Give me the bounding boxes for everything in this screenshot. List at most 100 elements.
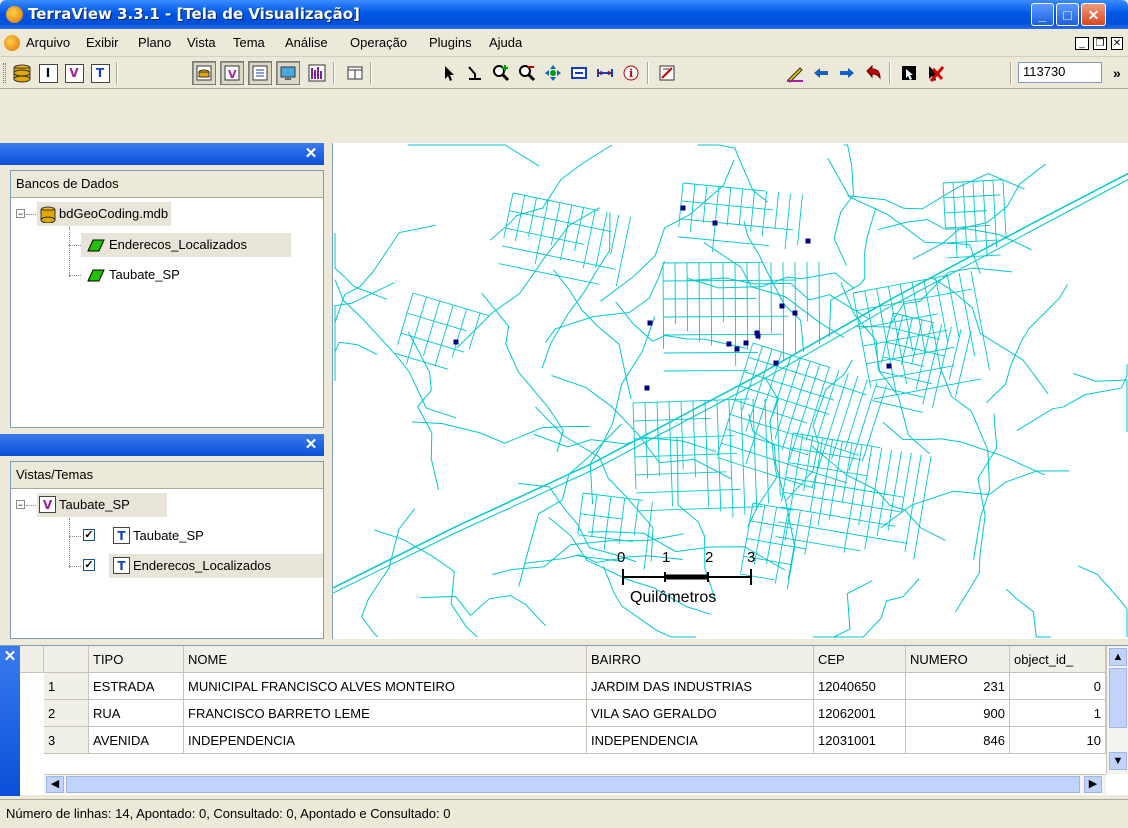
table-cell[interactable]: INDEPENDENCIA xyxy=(184,727,587,754)
databases-panel-header: ✕ xyxy=(0,143,324,165)
database-icon[interactable] xyxy=(10,61,34,85)
theme-node-taubate[interactable]: T Taubate_SP xyxy=(109,524,249,548)
close-button[interactable]: ✕ xyxy=(1081,3,1106,26)
zoom-out-icon[interactable] xyxy=(515,61,539,85)
vertical-scrollbar[interactable]: ▲ ▼ xyxy=(1106,646,1128,774)
zoom-in-icon[interactable] xyxy=(489,61,513,85)
vertical-scroll-thumb[interactable] xyxy=(1109,668,1127,728)
menu-vista[interactable]: Vista xyxy=(187,35,216,50)
collapse-view-toggle[interactable]: − xyxy=(16,500,25,509)
clear-selection-icon[interactable] xyxy=(655,61,679,85)
db-tree-node[interactable]: bdGeoCoding.mdb xyxy=(37,202,171,226)
table-cell[interactable]: 900 xyxy=(906,700,1010,727)
horizontal-scroll-thumb[interactable] xyxy=(66,776,1080,793)
layer-node-taubate[interactable]: Taubate_SP xyxy=(81,263,291,287)
view-icon[interactable]: V xyxy=(62,61,86,85)
close-views-panel-button[interactable]: ✕ xyxy=(302,434,320,456)
views-panel-toggle-icon[interactable]: V xyxy=(220,61,244,85)
menu-arquivo[interactable]: Arquivo xyxy=(26,35,70,50)
mdi-restore-button[interactable]: ❐ xyxy=(1093,37,1107,50)
menu-operacao[interactable]: Operação xyxy=(350,35,407,50)
menu-exibir[interactable]: Exibir xyxy=(86,35,119,50)
view-icon: V xyxy=(39,496,56,513)
table-cell[interactable]: 231 xyxy=(906,673,1010,700)
attribute-table: ✕ TIPO NOME BAIRRO CEP NUMERO object_id_… xyxy=(0,645,1128,795)
table-icon[interactable] xyxy=(343,61,367,85)
table-cell[interactable]: RUA xyxy=(89,700,184,727)
table-cell[interactable]: 12062001 xyxy=(814,700,906,727)
menu-analise[interactable]: Análise xyxy=(285,35,328,50)
menu-tema[interactable]: Tema xyxy=(233,35,265,50)
menu-ajuda[interactable]: Ajuda xyxy=(489,35,522,50)
row-number[interactable]: 3 xyxy=(44,727,89,754)
back-arrow-icon[interactable] xyxy=(809,61,833,85)
table-cell[interactable]: INDEPENDENCIA xyxy=(587,727,814,754)
scale-input[interactable]: 113730 xyxy=(1018,62,1102,83)
mdi-minimize-button[interactable]: _ xyxy=(1075,37,1089,50)
database-icon xyxy=(39,206,57,223)
column-header-tipo[interactable]: TIPO xyxy=(89,646,184,673)
close-databases-panel-button[interactable]: ✕ xyxy=(302,143,320,165)
horizontal-scrollbar[interactable]: ◀ ▶ xyxy=(44,774,1106,794)
column-header-nome[interactable]: NOME xyxy=(184,646,587,673)
scroll-left-button[interactable]: ◀ xyxy=(46,776,64,793)
theme-enderecos-checkbox[interactable]: ✓ xyxy=(83,559,95,571)
scroll-down-button[interactable]: ▼ xyxy=(1109,752,1127,770)
table-cell[interactable]: VILA SAO GERALDO xyxy=(587,700,814,727)
table-cell[interactable]: JARDIM DAS INDUSTRIAS xyxy=(587,673,814,700)
edit-pencil-icon[interactable] xyxy=(783,61,807,85)
database-panel-toggle-icon[interactable] xyxy=(192,61,216,85)
title-bar[interactable]: TerraView 3.3.1 - [Tela de Visualização]… xyxy=(0,0,1128,29)
table-cell[interactable]: 1 xyxy=(1010,700,1106,727)
theme-node-enderecos[interactable]: T Enderecos_Localizados xyxy=(109,554,323,578)
table-cell[interactable]: 846 xyxy=(906,727,1010,754)
menu-plugins[interactable]: Plugins xyxy=(429,35,472,50)
table-cell[interactable]: 12040650 xyxy=(814,673,906,700)
theme-taubate-checkbox[interactable]: ✓ xyxy=(83,529,95,541)
zoom-area-icon[interactable] xyxy=(567,61,591,85)
pan-icon[interactable] xyxy=(541,61,565,85)
mdi-close-button[interactable]: ✕ xyxy=(1111,37,1123,50)
column-header-object-id[interactable]: object_id_ xyxy=(1010,646,1106,673)
pointer-icon[interactable] xyxy=(437,61,461,85)
column-header-cep[interactable]: CEP xyxy=(814,646,906,673)
table-cell[interactable]: 0 xyxy=(1010,673,1106,700)
delete-pointer-icon[interactable] xyxy=(923,61,947,85)
column-header-numero[interactable]: NUMERO xyxy=(906,646,1010,673)
table-cell[interactable]: MUNICIPAL FRANCISCO ALVES MONTEIRO xyxy=(184,673,587,700)
theme-icon[interactable]: T xyxy=(88,61,112,85)
close-table-button[interactable]: ✕ xyxy=(0,646,20,668)
toolbar-overflow-button[interactable]: » xyxy=(1113,65,1121,81)
row-number[interactable]: 1 xyxy=(44,673,89,700)
info-icon[interactable]: i xyxy=(619,61,643,85)
query-icon[interactable] xyxy=(463,61,487,85)
maximize-button[interactable]: □ xyxy=(1056,3,1079,26)
select-pointer-icon[interactable] xyxy=(897,61,921,85)
table-cell[interactable]: FRANCISCO BARRETO LEME xyxy=(184,700,587,727)
menu-plano[interactable]: Plano xyxy=(138,35,171,50)
table-cell[interactable]: AVENIDA xyxy=(89,727,184,754)
graphic-icon[interactable] xyxy=(305,61,329,85)
undo-icon[interactable] xyxy=(861,61,885,85)
forward-arrow-icon[interactable] xyxy=(835,61,859,85)
grid-panel-toggle-icon[interactable] xyxy=(248,61,272,85)
collapse-db-toggle[interactable]: − xyxy=(16,209,25,218)
minimize-button[interactable]: _ xyxy=(1031,3,1054,26)
views-column-header: Vistas/Temas xyxy=(11,462,323,489)
table-cell[interactable]: 12031001 xyxy=(814,727,906,754)
scroll-up-button[interactable]: ▲ xyxy=(1109,648,1127,666)
column-header-bairro[interactable]: BAIRRO xyxy=(587,646,814,673)
table-cell[interactable]: ESTRADA xyxy=(89,673,184,700)
svg-text:V: V xyxy=(228,68,237,81)
layer-node-enderecos[interactable]: Enderecos_Localizados xyxy=(81,233,291,257)
tree-line xyxy=(26,505,36,506)
info-layer-icon[interactable]: I xyxy=(36,61,60,85)
row-number[interactable]: 2 xyxy=(44,700,89,727)
view-tree-node[interactable]: V Taubate_SP xyxy=(37,493,167,517)
display-panel-toggle-icon[interactable] xyxy=(276,61,300,85)
measure-distance-icon[interactable] xyxy=(593,61,617,85)
scroll-right-button[interactable]: ▶ xyxy=(1084,776,1102,793)
table-cell[interactable]: 10 xyxy=(1010,727,1106,754)
map-canvas[interactable]: 0 1 2 3 Quilômetros xyxy=(332,143,1128,639)
document-icon[interactable] xyxy=(4,35,20,51)
